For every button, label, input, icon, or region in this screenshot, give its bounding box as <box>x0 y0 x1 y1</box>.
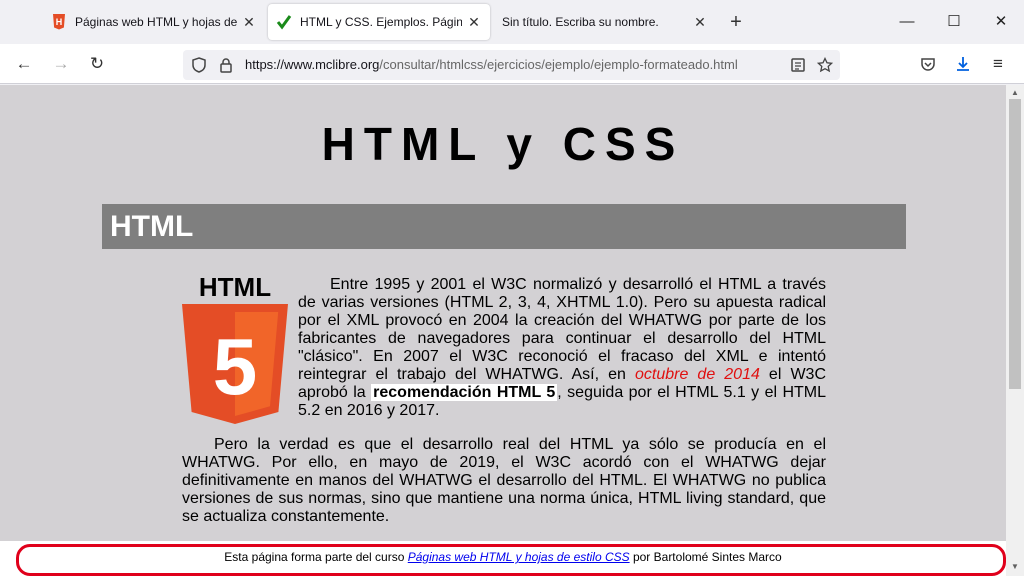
tab-strip: H Páginas web HTML y hojas de estilo CSS… <box>0 0 1024 44</box>
close-window-icon[interactable]: ✕ <box>978 0 1024 44</box>
scroll-down-icon[interactable]: ▼ <box>1009 561 1021 573</box>
tab-title: Sin título. Escriba su nombre. <box>502 15 659 29</box>
url-domain: https://www.mclibre.org <box>245 57 380 72</box>
close-tab-icon[interactable]: ✕ <box>692 14 708 30</box>
tab-sin-titulo[interactable]: Sin título. Escriba su nombre. ✕ <box>494 4 716 40</box>
section-heading: HTML <box>102 204 906 249</box>
highlighted-text: recomendación HTML 5 <box>371 384 558 401</box>
shield-icon[interactable] <box>191 57 207 73</box>
minimize-icon[interactable]: — <box>884 0 930 44</box>
page-viewport: HTML y CSS HTML HTML 5 Entre 1995 y 2001… <box>0 85 1006 576</box>
footer-prefix: Esta página forma parte del curso <box>224 550 408 564</box>
pocket-icon[interactable] <box>920 56 936 72</box>
html5-favicon-icon: H <box>51 14 67 30</box>
maximize-icon[interactable]: ☐ <box>931 0 977 44</box>
paragraph-1: Entre 1995 y 2001 el W3C normalizó y des… <box>298 276 826 420</box>
menu-hamburger-icon[interactable]: ≡ <box>986 52 1010 76</box>
course-link[interactable]: Páginas web HTML y hojas de estilo CSS <box>408 550 630 564</box>
html5-logo: HTML 5 <box>182 272 288 424</box>
footer-text: Esta página forma parte del curso Página… <box>0 550 1006 564</box>
url-path: /consultar/htmlcss/ejercicios/ejemplo/ej… <box>379 57 738 72</box>
scrollbar-thumb[interactable] <box>1009 99 1021 389</box>
logo-digit: 5 <box>213 322 258 411</box>
paragraph-2: Pero la verdad es que el desarrollo real… <box>182 436 826 525</box>
scroll-up-icon[interactable]: ▲ <box>1009 87 1021 99</box>
download-icon[interactable] <box>955 56 971 72</box>
svg-text:H: H <box>56 17 63 27</box>
navigation-bar: ← → ↻ https://www.mclibre.org/consultar/… <box>0 44 1024 84</box>
tab-title: Páginas web HTML y hojas de estilo CSS <box>75 15 237 29</box>
checkmark-icon <box>276 14 292 30</box>
logo-text: HTML <box>199 272 271 302</box>
close-tab-icon[interactable]: ✕ <box>466 14 482 30</box>
reader-view-icon[interactable] <box>790 57 806 73</box>
tab-title: HTML y CSS. Ejemplos. Páginas web HTML <box>300 15 462 29</box>
page-title: HTML y CSS <box>321 118 685 170</box>
url-text: https://www.mclibre.org/consultar/htmlcs… <box>245 57 738 72</box>
lock-icon[interactable] <box>218 57 234 73</box>
bookmark-star-icon[interactable] <box>817 57 833 73</box>
tab-paginas-web[interactable]: H Páginas web HTML y hojas de estilo CSS… <box>43 4 265 40</box>
tab-html-css-ejemplos[interactable]: HTML y CSS. Ejemplos. Páginas web HTML ✕ <box>268 4 490 40</box>
footer-suffix: por Bartolomé Sintes Marco <box>629 550 782 564</box>
close-tab-icon[interactable]: ✕ <box>241 14 257 30</box>
page-footer: Esta página forma parte del curso Página… <box>0 541 1006 576</box>
vertical-scrollbar[interactable]: ▲ ▼ <box>1006 85 1024 576</box>
new-tab-button[interactable]: + <box>724 10 748 34</box>
date-emphasis: octubre de 2014 <box>635 366 760 383</box>
back-arrow-icon[interactable]: ← <box>12 52 36 76</box>
reload-icon[interactable]: ↻ <box>85 52 109 76</box>
url-bar[interactable]: https://www.mclibre.org/consultar/htmlcs… <box>183 50 840 80</box>
forward-arrow-icon[interactable]: → <box>49 52 73 76</box>
